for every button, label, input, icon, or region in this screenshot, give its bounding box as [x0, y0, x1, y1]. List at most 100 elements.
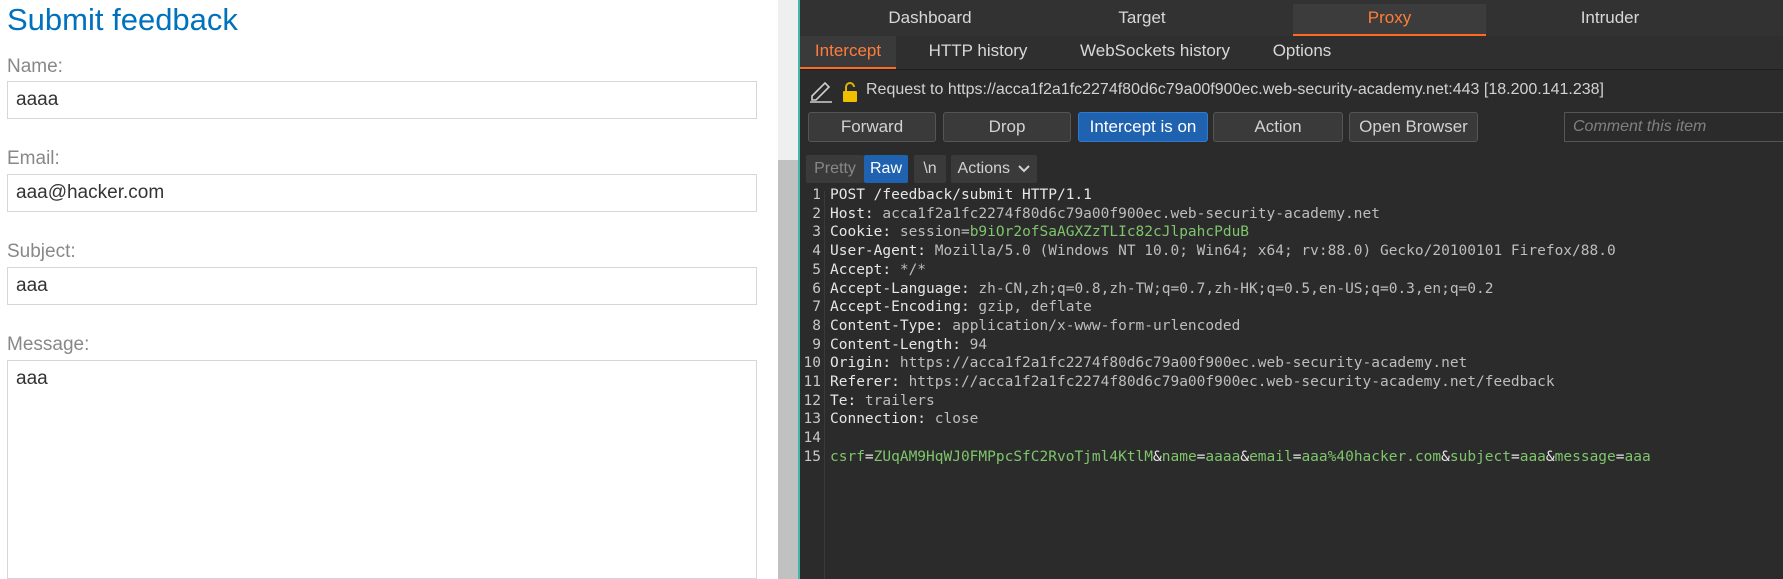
subtab-http-history[interactable]: HTTP history [910, 36, 1046, 69]
request-line: POST /feedback/submit HTTP/1.1 [830, 186, 1092, 205]
request-info-row: Request to https://acca1f2a1fc2274f80d6c… [800, 78, 1783, 106]
header-value: */* [891, 261, 927, 278]
subtab-intercept[interactable]: Intercept [800, 36, 896, 69]
param-separator: & [1441, 448, 1450, 465]
param-value: aaa [1519, 448, 1546, 465]
header-name: Accept-Language: [830, 280, 970, 297]
header-name: POST /feedback/submit HTTP/1.1 [830, 187, 1092, 203]
header-name: Referer: [830, 374, 900, 390]
header-name: Cookie: [830, 224, 892, 241]
line-number: 4 [812, 243, 821, 260]
param-name: message [1554, 448, 1616, 465]
name-field[interactable]: aaaa [7, 81, 757, 119]
editor-actions-dropdown[interactable]: Actions [951, 155, 1037, 183]
editor-actions-label: Actions [957, 160, 1010, 177]
request-line: Cookie: session=b9iOr2ofSaAGXZzTLIc82cJl… [830, 223, 1249, 242]
tab-dashboard[interactable]: Dashboard [830, 4, 1030, 36]
line-number: 9 [812, 336, 821, 353]
request-line: Accept-Encoding: gzip, deflate [830, 298, 1092, 317]
feedback-page: Submit feedback Name: aaaa Email: aaa@ha… [0, 0, 779, 579]
request-body-line: csrf=ZUqAM9HqWJ0FMPpcSfC2RvoTjml4KtlM&na… [830, 448, 1651, 467]
param-equals: = [1615, 448, 1625, 465]
open-browser-button[interactable]: Open Browser [1349, 112, 1478, 142]
forward-button[interactable]: Forward [808, 112, 936, 142]
email-field[interactable]: aaa@hacker.com [7, 174, 757, 212]
tab-target[interactable]: Target [1062, 4, 1222, 36]
raw-view-button[interactable]: Raw [864, 155, 908, 183]
line-number: 1 [812, 187, 821, 203]
header-name: User-Agent: [830, 243, 927, 260]
header-name: Te: [830, 392, 857, 409]
line-number: 12 [803, 392, 821, 409]
proxy-sub-tab-bar: Intercept HTTP history WebSockets histor… [800, 36, 1783, 70]
page-scrollbar-thumb[interactable] [778, 160, 798, 579]
line-number: 8 [812, 317, 821, 334]
header-name: Accept-Encoding: [830, 299, 970, 316]
request-line: Te: trailers [830, 392, 935, 411]
header-name: Content-Type: [830, 317, 944, 334]
header-value: trailers [856, 392, 935, 409]
request-line: Connection: close [830, 410, 978, 429]
chevron-down-icon [1018, 165, 1031, 173]
show-newlines-button[interactable]: \n [914, 155, 946, 183]
line-number: 6 [812, 280, 821, 297]
param-value: aaa%40hacker.com [1301, 448, 1442, 465]
line-number: 14 [803, 430, 821, 447]
request-line: Referer: https://acca1f2a1fc2274f80d6c79… [830, 373, 1555, 392]
param-name: name [1161, 448, 1197, 465]
header-value: 94 [960, 336, 988, 353]
header-name: Host: [830, 205, 874, 222]
param-equals: = [864, 448, 874, 465]
burp-window: Dashboard Target Proxy Intruder Intercep… [798, 0, 1783, 579]
name-label: Name: [7, 56, 63, 77]
header-name: Connection: [830, 411, 927, 428]
line-number: 15 [803, 448, 821, 465]
param-value: ZUqAM9HqWJ0FMPpcSfC2RvoTjml4KtlM [873, 448, 1154, 465]
param-name: email [1249, 448, 1293, 465]
line-number: 3 [812, 224, 821, 241]
request-line: Origin: https://acca1f2a1fc2274f80d6c79a… [830, 354, 1467, 373]
page-title: Submit feedback [7, 2, 238, 37]
header-value: zh-CN,zh;q=0.8,zh-TW;q=0.7,zh-HK;q=0.5,e… [969, 280, 1494, 297]
email-label: Email: [7, 148, 60, 169]
param-separator: & [1545, 448, 1555, 465]
header-name: Accept: [830, 261, 892, 278]
pencil-icon[interactable] [808, 80, 834, 104]
drop-button[interactable]: Drop [943, 112, 1071, 142]
request-line: Content-Type: application/x-www-form-url… [830, 317, 1240, 336]
line-number: 11 [803, 374, 821, 390]
tab-proxy[interactable]: Proxy [1293, 4, 1486, 36]
tab-intruder[interactable]: Intruder [1500, 4, 1720, 36]
subtab-options[interactable]: Options [1262, 36, 1342, 69]
subtab-websockets-history[interactable]: WebSockets history [1060, 36, 1250, 69]
line-number: 10 [803, 355, 821, 372]
pretty-view-button[interactable]: Pretty [806, 155, 864, 183]
header-value: https://acca1f2a1fc2274f80d6c79a00f900ec… [899, 374, 1555, 390]
header-value: close [926, 411, 979, 428]
request-line: Accept-Language: zh-CN,zh;q=0.8,zh-TW;q=… [830, 280, 1493, 299]
intercept-toggle-button[interactable]: Intercept is on [1078, 112, 1208, 142]
line-number-gutter: 1 2 3 4 5 6 7 8 9 10 11 12 13 14 15 [800, 187, 825, 579]
header-name: Origin: [830, 355, 892, 372]
param-value: aaa [1624, 448, 1651, 465]
line-number: 2 [812, 205, 821, 222]
request-line: User-Agent: Mozilla/5.0 (Windows NT 10.0… [830, 242, 1616, 261]
line-number: 7 [812, 299, 821, 316]
lock-icon [843, 82, 857, 102]
action-button[interactable]: Action [1213, 112, 1343, 142]
param-name: subject [1449, 448, 1511, 465]
header-value: acca1f2a1fc2274f80d6c79a00f900ec.web-sec… [873, 205, 1380, 222]
header-name: Content-Length: [830, 336, 961, 353]
header-value: session= [891, 224, 970, 241]
subject-field[interactable]: aaa [7, 267, 757, 305]
line-number: 5 [812, 261, 821, 278]
request-editor[interactable]: 1 2 3 4 5 6 7 8 9 10 11 12 13 14 15 POST /feedback/sub… [800, 187, 1783, 579]
request-line: Host: acca1f2a1fc2274f80d6c79a00f900ec.w… [830, 205, 1380, 224]
header-value: gzip, deflate [969, 299, 1092, 316]
cookie-value: b9iOr2ofSaAGXZzTLIc82cJlpahcPduB [969, 224, 1250, 241]
message-textarea[interactable]: aaa [7, 360, 757, 579]
request-line: Accept: */* [830, 261, 926, 280]
editor-toolbar [800, 150, 1783, 190]
comment-input[interactable]: Comment this item [1564, 112, 1783, 142]
line-number: 13 [803, 411, 821, 428]
